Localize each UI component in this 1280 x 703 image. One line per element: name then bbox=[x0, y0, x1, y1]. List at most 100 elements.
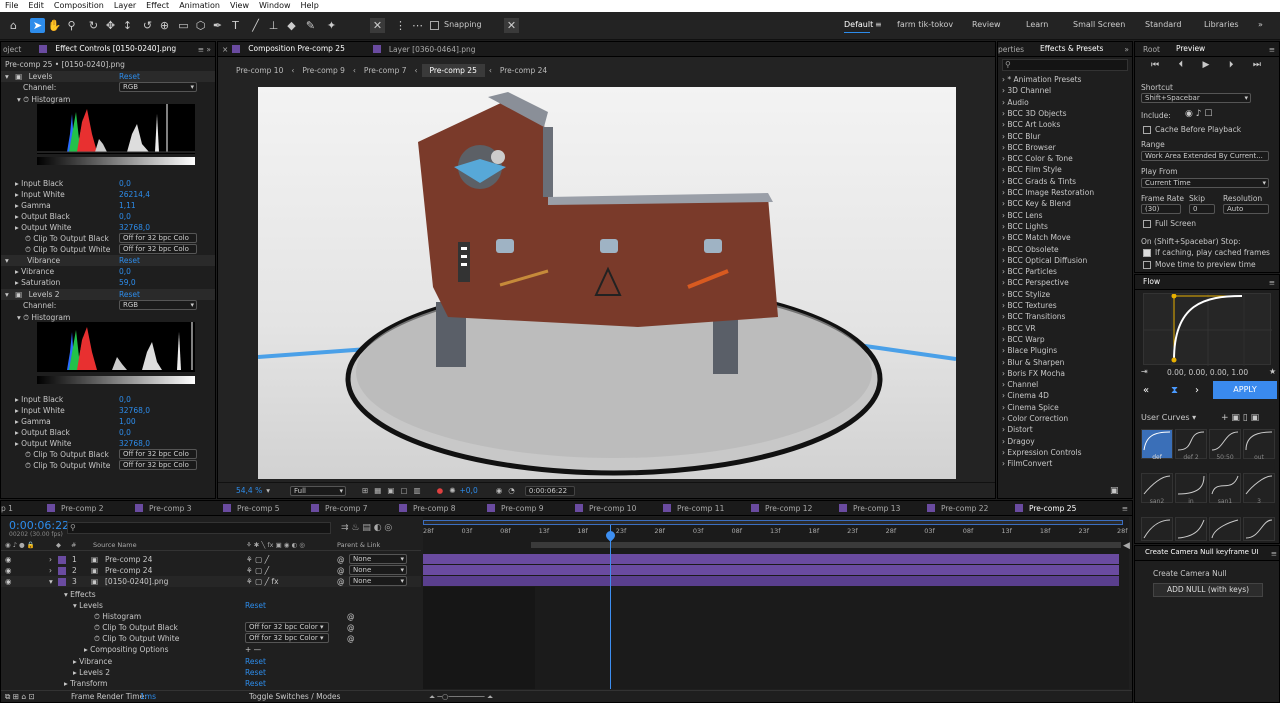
link-icon[interactable]: @ bbox=[347, 633, 355, 644]
breadcrumb-item[interactable]: Pre-comp 10 bbox=[218, 66, 291, 75]
breadcrumb-item[interactable]: Pre-comp 7 bbox=[356, 66, 415, 75]
fx-icon[interactable]: ▣ bbox=[15, 290, 22, 299]
breadcrumb-item[interactable]: Pre-comp 9 bbox=[294, 66, 353, 75]
effect-category-item[interactable]: › Audio bbox=[1002, 97, 1029, 108]
curve-actions-icon[interactable]: + ▣ ▯ ▣ bbox=[1221, 413, 1259, 423]
workspace-default[interactable]: Default bbox=[844, 20, 873, 29]
input-white-value[interactable]: 26214,4 bbox=[119, 189, 150, 200]
fx-icon[interactable]: ▣ bbox=[15, 72, 22, 81]
effect-category-item[interactable]: › Cinema 4D bbox=[1002, 390, 1049, 401]
effect-category-item[interactable]: › BCC Browser bbox=[1002, 142, 1056, 153]
menu-edit[interactable]: Edit bbox=[23, 0, 49, 12]
visibility-icon[interactable]: ◉ bbox=[5, 554, 12, 565]
timeline-ruler[interactable]: 28f 03f 08f 13f 18f 23f 28f 03f 08f 13f 18f 23f 28f 0… bbox=[423, 527, 1129, 539]
timeline-switches-icons[interactable]: ⇉ ♨ ▤ ◐ ◎ bbox=[341, 523, 392, 533]
ease-both-icon[interactable]: ⧗ bbox=[1171, 385, 1178, 396]
cache-checkbox[interactable] bbox=[1143, 126, 1151, 134]
curve-preset-extra[interactable] bbox=[1209, 517, 1241, 541]
gamma-value-2[interactable]: 1,00 bbox=[119, 416, 136, 427]
effect-category-item[interactable]: › Dragoy bbox=[1002, 436, 1035, 447]
exposure-icon[interactable]: ✺ bbox=[449, 486, 455, 495]
workspace-menu-icon[interactable]: ≡ bbox=[875, 20, 882, 29]
workspace-overflow-icon[interactable]: » bbox=[1258, 20, 1263, 29]
curve-preset-extra[interactable] bbox=[1141, 517, 1173, 541]
add-null-button[interactable]: ADD NULL (with keys) bbox=[1153, 583, 1263, 597]
footer-icons[interactable]: ⧉ ⊞ ⌂ ⊡ bbox=[5, 691, 35, 703]
tab-flow[interactable]: Flow bbox=[1135, 275, 1169, 289]
timeline-tab[interactable]: Pre-comp 12 bbox=[751, 504, 839, 513]
apply-button[interactable]: APPLY bbox=[1213, 381, 1277, 399]
menu-window[interactable]: Window bbox=[254, 0, 296, 12]
tab-layer[interactable]: Layer [0360-0464].png bbox=[381, 42, 484, 56]
effect-category-item[interactable]: › Blace Plugins bbox=[1002, 345, 1057, 356]
layer-name[interactable]: [0150-0240].png bbox=[105, 576, 168, 587]
levels-reset-link[interactable]: Reset bbox=[119, 71, 140, 82]
flow-values[interactable]: 0.00, 0.00, 0.00, 1.00 bbox=[1167, 367, 1248, 378]
star-icon[interactable]: ★ bbox=[1269, 367, 1276, 376]
effect-category-item[interactable]: › BCC Art Looks bbox=[1002, 119, 1060, 130]
workspace-small-screen[interactable]: Small Screen bbox=[1073, 20, 1125, 29]
workspace-libraries[interactable]: Libraries bbox=[1204, 20, 1239, 29]
timeline-tab[interactable]: Pre-comp 7 bbox=[311, 504, 399, 513]
zoom-level[interactable]: 54,4 % bbox=[236, 486, 262, 495]
effect-category-item[interactable]: › BCC Key & Blend bbox=[1002, 198, 1071, 209]
clip-white-dropdown[interactable]: Off for 32 bpc Colo bbox=[119, 244, 197, 254]
effects-search-input[interactable]: ⚲ bbox=[1002, 59, 1128, 71]
workspace-learn[interactable]: Learn bbox=[1026, 20, 1048, 29]
timeline-tab[interactable]: Pre-comp 3 bbox=[135, 504, 223, 513]
column-source-name[interactable]: Source Name bbox=[93, 541, 137, 549]
zoom-slider-icon[interactable]: ⏶ ─○──────── ⏶ bbox=[429, 691, 493, 703]
menu-layer[interactable]: Layer bbox=[109, 0, 141, 12]
curve-preset-out[interactable]: out bbox=[1243, 429, 1275, 461]
add-remove-icon[interactable]: + — bbox=[245, 644, 261, 655]
playhead-line[interactable] bbox=[610, 525, 611, 689]
output-white-value-2[interactable]: 32768,0 bbox=[119, 438, 150, 449]
vibrance-value[interactable]: 0,0 bbox=[119, 266, 131, 277]
parent-dropdown[interactable]: None ▾ bbox=[349, 554, 407, 564]
effect-category-item[interactable]: › Expression Controls bbox=[1002, 447, 1082, 458]
curve-preset-def[interactable]: def bbox=[1141, 429, 1173, 461]
layer-row[interactable]: ◉ ▾ 3 ▣ [0150-0240].png ⚘ ▢ ╱ fx @ None ▾ bbox=[1, 576, 421, 587]
shortcut-dropdown[interactable]: Shift+Spacebar ▾ bbox=[1141, 93, 1251, 103]
layer-switch-icons[interactable]: ⚘ ▢ ╱ bbox=[246, 554, 269, 565]
effect-category-item[interactable]: › BCC 3D Objects bbox=[1002, 108, 1067, 119]
layer-color-swatch[interactable] bbox=[58, 567, 66, 575]
reset-link[interactable]: Reset bbox=[245, 600, 266, 611]
effect-category-item[interactable]: › BCC Film Style bbox=[1002, 164, 1062, 175]
collapse-icon[interactable]: ▾ bbox=[5, 290, 9, 299]
clip-black-dropdown[interactable]: Off for 32 bpc Colo bbox=[119, 233, 197, 243]
effect-category-item[interactable]: › BCC Obsolete bbox=[1002, 244, 1059, 255]
effect-category-item[interactable]: › BCC Blur bbox=[1002, 131, 1040, 142]
effect-category-item[interactable]: › Color Correction bbox=[1002, 413, 1068, 424]
expand-icon[interactable]: › bbox=[49, 554, 52, 565]
comp-button-icon[interactable]: ◀ bbox=[1123, 541, 1130, 551]
clip-black-dropdown[interactable]: Off for 32 bpc Color ▾ bbox=[245, 622, 329, 632]
region-icon[interactable]: ⊞ bbox=[362, 486, 368, 495]
layer-row[interactable]: ◉ › 1 ▣ Pre-comp 24 ⚘ ▢ ╱ @ None ▾ bbox=[1, 554, 421, 565]
effect-category-item[interactable]: › BCC Grads & Tints bbox=[1002, 176, 1076, 187]
breadcrumb-item-active[interactable]: Pre-comp 25 bbox=[421, 63, 485, 77]
timeline-tab[interactable]: Pre-comp 13 bbox=[839, 504, 927, 513]
link-icon[interactable]: @ bbox=[347, 622, 355, 633]
rotate-tool-icon[interactable]: ↺ bbox=[140, 18, 155, 33]
show-snapshot-icon[interactable]: ◔ bbox=[508, 486, 515, 495]
effect-category-item[interactable]: › BCC Stylize bbox=[1002, 289, 1050, 300]
timeline-compositing-row[interactable]: ▸ Compositing Options + — bbox=[1, 644, 421, 655]
transparency-grid-icon[interactable]: ▦ bbox=[374, 486, 381, 495]
levels2-effect-header[interactable]: ▾ ▣ Levels 2 Reset bbox=[1, 289, 215, 300]
channel-dropdown-2[interactable]: RGB ▾ bbox=[119, 300, 197, 310]
work-area-bar[interactable] bbox=[531, 542, 1121, 548]
flow-curve-editor[interactable] bbox=[1143, 293, 1272, 366]
effect-category-item[interactable]: › Boris FX Mocha bbox=[1002, 368, 1065, 379]
input-black-value[interactable]: 0,0 bbox=[119, 178, 131, 189]
new-bin-icon[interactable]: ▣ bbox=[1110, 486, 1119, 496]
stop-cached-checkbox[interactable] bbox=[1143, 249, 1151, 257]
distribute-icon[interactable]: ⋮ bbox=[393, 18, 408, 33]
levels2-reset-link[interactable]: Reset bbox=[119, 289, 140, 300]
workspace-standard[interactable]: Standard bbox=[1145, 20, 1181, 29]
panel-menu-icon[interactable]: ≡ » bbox=[198, 45, 215, 54]
stop-move-checkbox[interactable] bbox=[1143, 261, 1151, 269]
reset-link[interactable]: Reset bbox=[245, 656, 266, 667]
histogram-graph-1[interactable] bbox=[37, 104, 195, 154]
resolution-dropdown[interactable]: Full ▾ bbox=[289, 485, 346, 496]
